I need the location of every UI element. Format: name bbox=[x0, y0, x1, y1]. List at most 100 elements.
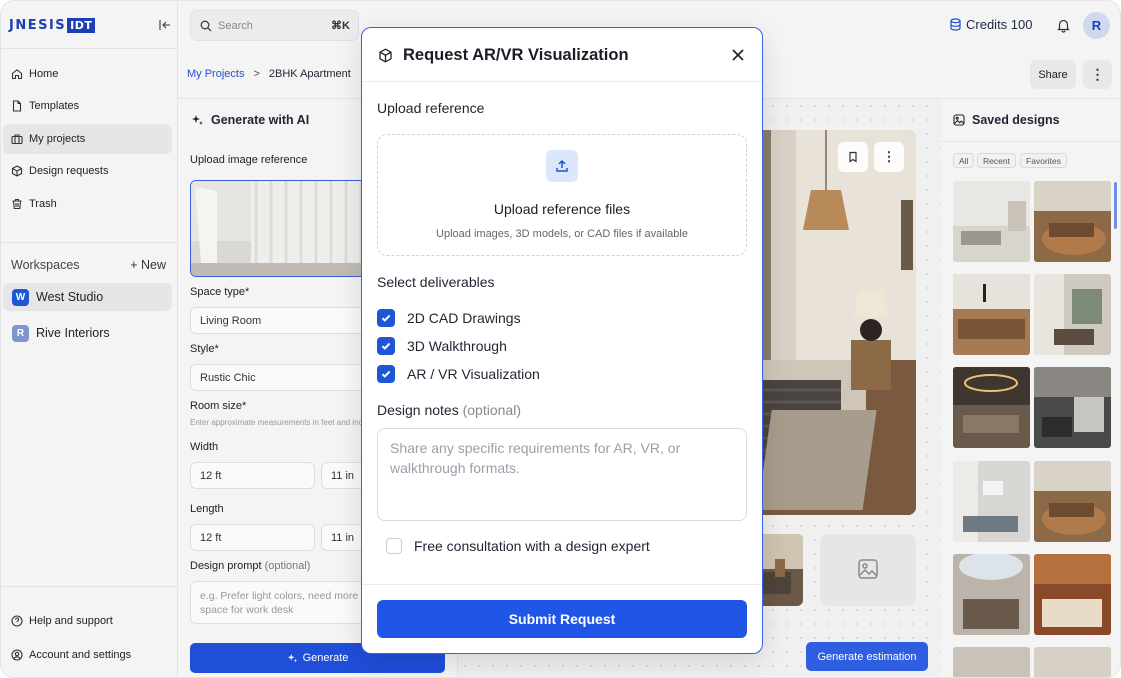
search-placeholder: Search bbox=[218, 19, 253, 32]
saved-designs-title-text: Saved designs bbox=[972, 113, 1060, 127]
bookmark-icon[interactable] bbox=[838, 142, 868, 172]
width-label: Width bbox=[190, 441, 219, 453]
checkbox-checked-icon[interactable] bbox=[377, 309, 395, 327]
deliverable-3d-walkthrough[interactable]: 3D Walkthrough bbox=[377, 337, 507, 355]
nav-label: Design requests bbox=[29, 165, 109, 177]
nav-item-help[interactable]: Help and support bbox=[3, 606, 172, 636]
saved-design-thumbnail[interactable] bbox=[953, 554, 1030, 635]
generate-button-label: Generate bbox=[302, 652, 349, 664]
new-workspace-button[interactable]: + New bbox=[130, 258, 166, 272]
share-button[interactable]: Share bbox=[1030, 60, 1076, 89]
file-icon bbox=[11, 100, 23, 112]
sidebar: JNESIS IDT Home Templates My projects De… bbox=[1, 1, 178, 677]
nav-item-templates[interactable]: Templates bbox=[3, 91, 172, 121]
space-type-select[interactable]: Living Room bbox=[190, 307, 370, 334]
saved-design-thumbnail[interactable] bbox=[1034, 461, 1111, 542]
space-type-label: Space type* bbox=[190, 286, 250, 298]
modal-title: Request AR/VR Visualization bbox=[403, 46, 629, 64]
saved-design-thumbnail[interactable] bbox=[953, 181, 1030, 262]
nav-label: My projects bbox=[29, 133, 86, 145]
request-visualization-modal: Request AR/VR Visualization Upload refer… bbox=[361, 27, 763, 654]
search-shortcut: ⌘K bbox=[331, 20, 350, 32]
preview-more-icon[interactable]: ⋮ bbox=[874, 142, 904, 172]
prompt-label-text: Design prompt bbox=[190, 560, 262, 572]
file-dropzone[interactable]: Upload reference files Upload images, 3D… bbox=[377, 134, 747, 256]
workspace-badge: R bbox=[12, 324, 29, 342]
saved-designs-scrollbar[interactable] bbox=[1114, 182, 1117, 229]
filter-chip-favorites[interactable]: Favorites bbox=[1020, 153, 1067, 168]
saved-design-thumbnail[interactable] bbox=[1034, 554, 1111, 635]
nav-item-trash[interactable]: Trash bbox=[3, 189, 172, 219]
reference-image[interactable] bbox=[190, 180, 370, 277]
filter-chip-all[interactable]: All bbox=[953, 153, 975, 168]
saved-designs-title: Saved designs bbox=[953, 113, 1060, 127]
checkbox-unchecked-icon[interactable] bbox=[386, 538, 402, 554]
breadcrumb-root[interactable]: My Projects bbox=[187, 68, 244, 80]
design-prompt-textarea[interactable]: e.g. Prefer light colors, need more spac… bbox=[190, 581, 370, 624]
submit-request-button[interactable]: Submit Request bbox=[377, 600, 747, 638]
help-icon bbox=[11, 615, 23, 627]
search-input[interactable]: Search ⌘K bbox=[190, 10, 359, 41]
workspace-item-west-studio[interactable]: W West Studio bbox=[3, 283, 172, 311]
nav-item-design-requests[interactable]: Design requests bbox=[3, 156, 172, 186]
nav-label: Home bbox=[29, 68, 59, 80]
workspace-name: Rive Interiors bbox=[36, 326, 110, 340]
deliverable-ar-vr[interactable]: AR / VR Visualization bbox=[377, 365, 540, 383]
account-icon bbox=[11, 649, 23, 661]
saved-design-thumbnail[interactable] bbox=[1034, 181, 1111, 262]
bell-icon[interactable] bbox=[1056, 18, 1071, 33]
design-notes-heading: Design notes (optional) bbox=[377, 402, 521, 418]
saved-design-thumbnail[interactable] bbox=[953, 367, 1030, 448]
saved-design-thumbnail[interactable] bbox=[953, 647, 1030, 677]
generate-estimation-button[interactable]: Generate estimation bbox=[806, 642, 928, 671]
database-icon bbox=[949, 18, 962, 31]
cube-icon bbox=[378, 48, 393, 63]
style-label: Style* bbox=[190, 343, 219, 355]
upload-label: Upload image reference bbox=[190, 154, 308, 166]
saved-design-thumbnail[interactable] bbox=[953, 274, 1030, 355]
saved-design-thumbnail[interactable] bbox=[953, 461, 1030, 542]
checkbox-checked-icon[interactable] bbox=[377, 365, 395, 383]
image-icon bbox=[953, 114, 965, 126]
nav-label: Account and settings bbox=[29, 649, 132, 661]
workspace-name: West Studio bbox=[36, 290, 104, 304]
nav-item-home[interactable]: Home bbox=[3, 59, 172, 89]
style-select[interactable]: Rustic Chic bbox=[190, 364, 370, 391]
avatar[interactable]: R bbox=[1083, 12, 1110, 39]
credits-indicator[interactable]: Credits 100 bbox=[949, 17, 1032, 32]
deliverable-label: 2D CAD Drawings bbox=[407, 310, 521, 326]
consultation-option[interactable]: Free consultation with a design expert bbox=[386, 538, 650, 554]
close-icon[interactable] bbox=[729, 46, 747, 64]
sparkle-icon bbox=[287, 653, 298, 664]
image-placeholder[interactable] bbox=[820, 534, 916, 606]
logo-word: JNESIS bbox=[9, 17, 67, 33]
saved-design-thumbnail[interactable] bbox=[1034, 274, 1111, 355]
workspace-badge: W bbox=[12, 288, 29, 306]
workspace-item-rive-interiors[interactable]: R Rive Interiors bbox=[3, 319, 172, 347]
collapse-sidebar-icon[interactable] bbox=[157, 17, 173, 33]
saved-design-thumbnail[interactable] bbox=[1034, 367, 1111, 448]
generate-title: Generate with AI bbox=[191, 113, 309, 127]
modal-footer-divider bbox=[362, 584, 762, 585]
dropzone-subtitle: Upload images, 3D models, or CAD files i… bbox=[436, 228, 688, 240]
workspaces-heading: Workspaces bbox=[11, 258, 80, 272]
checkbox-checked-icon[interactable] bbox=[377, 337, 395, 355]
nav-item-my-projects[interactable]: My projects bbox=[3, 124, 172, 154]
nav-label: Templates bbox=[29, 100, 80, 112]
nav-item-account[interactable]: Account and settings bbox=[3, 640, 172, 670]
design-notes-textarea[interactable]: Share any specific requirements for AR, … bbox=[377, 428, 747, 521]
logo[interactable]: JNESIS IDT bbox=[9, 17, 96, 33]
sidebar-divider bbox=[1, 48, 178, 49]
more-options-icon[interactable]: ⋮ bbox=[1083, 60, 1112, 89]
prompt-label: Design prompt (optional) bbox=[190, 560, 310, 572]
width-feet-input[interactable]: 12 ft bbox=[190, 462, 315, 489]
home-icon bbox=[11, 68, 23, 80]
trash-icon bbox=[11, 198, 23, 210]
filter-chip-recent[interactable]: Recent bbox=[977, 153, 1016, 168]
saved-design-thumbnail[interactable] bbox=[1034, 647, 1111, 677]
workspaces-header: Workspaces + New bbox=[11, 258, 166, 272]
room-size-label: Room size* bbox=[190, 400, 247, 412]
sidebar-divider bbox=[1, 242, 178, 243]
deliverable-2d-cad[interactable]: 2D CAD Drawings bbox=[377, 309, 521, 327]
length-feet-input[interactable]: 12 ft bbox=[190, 524, 315, 551]
